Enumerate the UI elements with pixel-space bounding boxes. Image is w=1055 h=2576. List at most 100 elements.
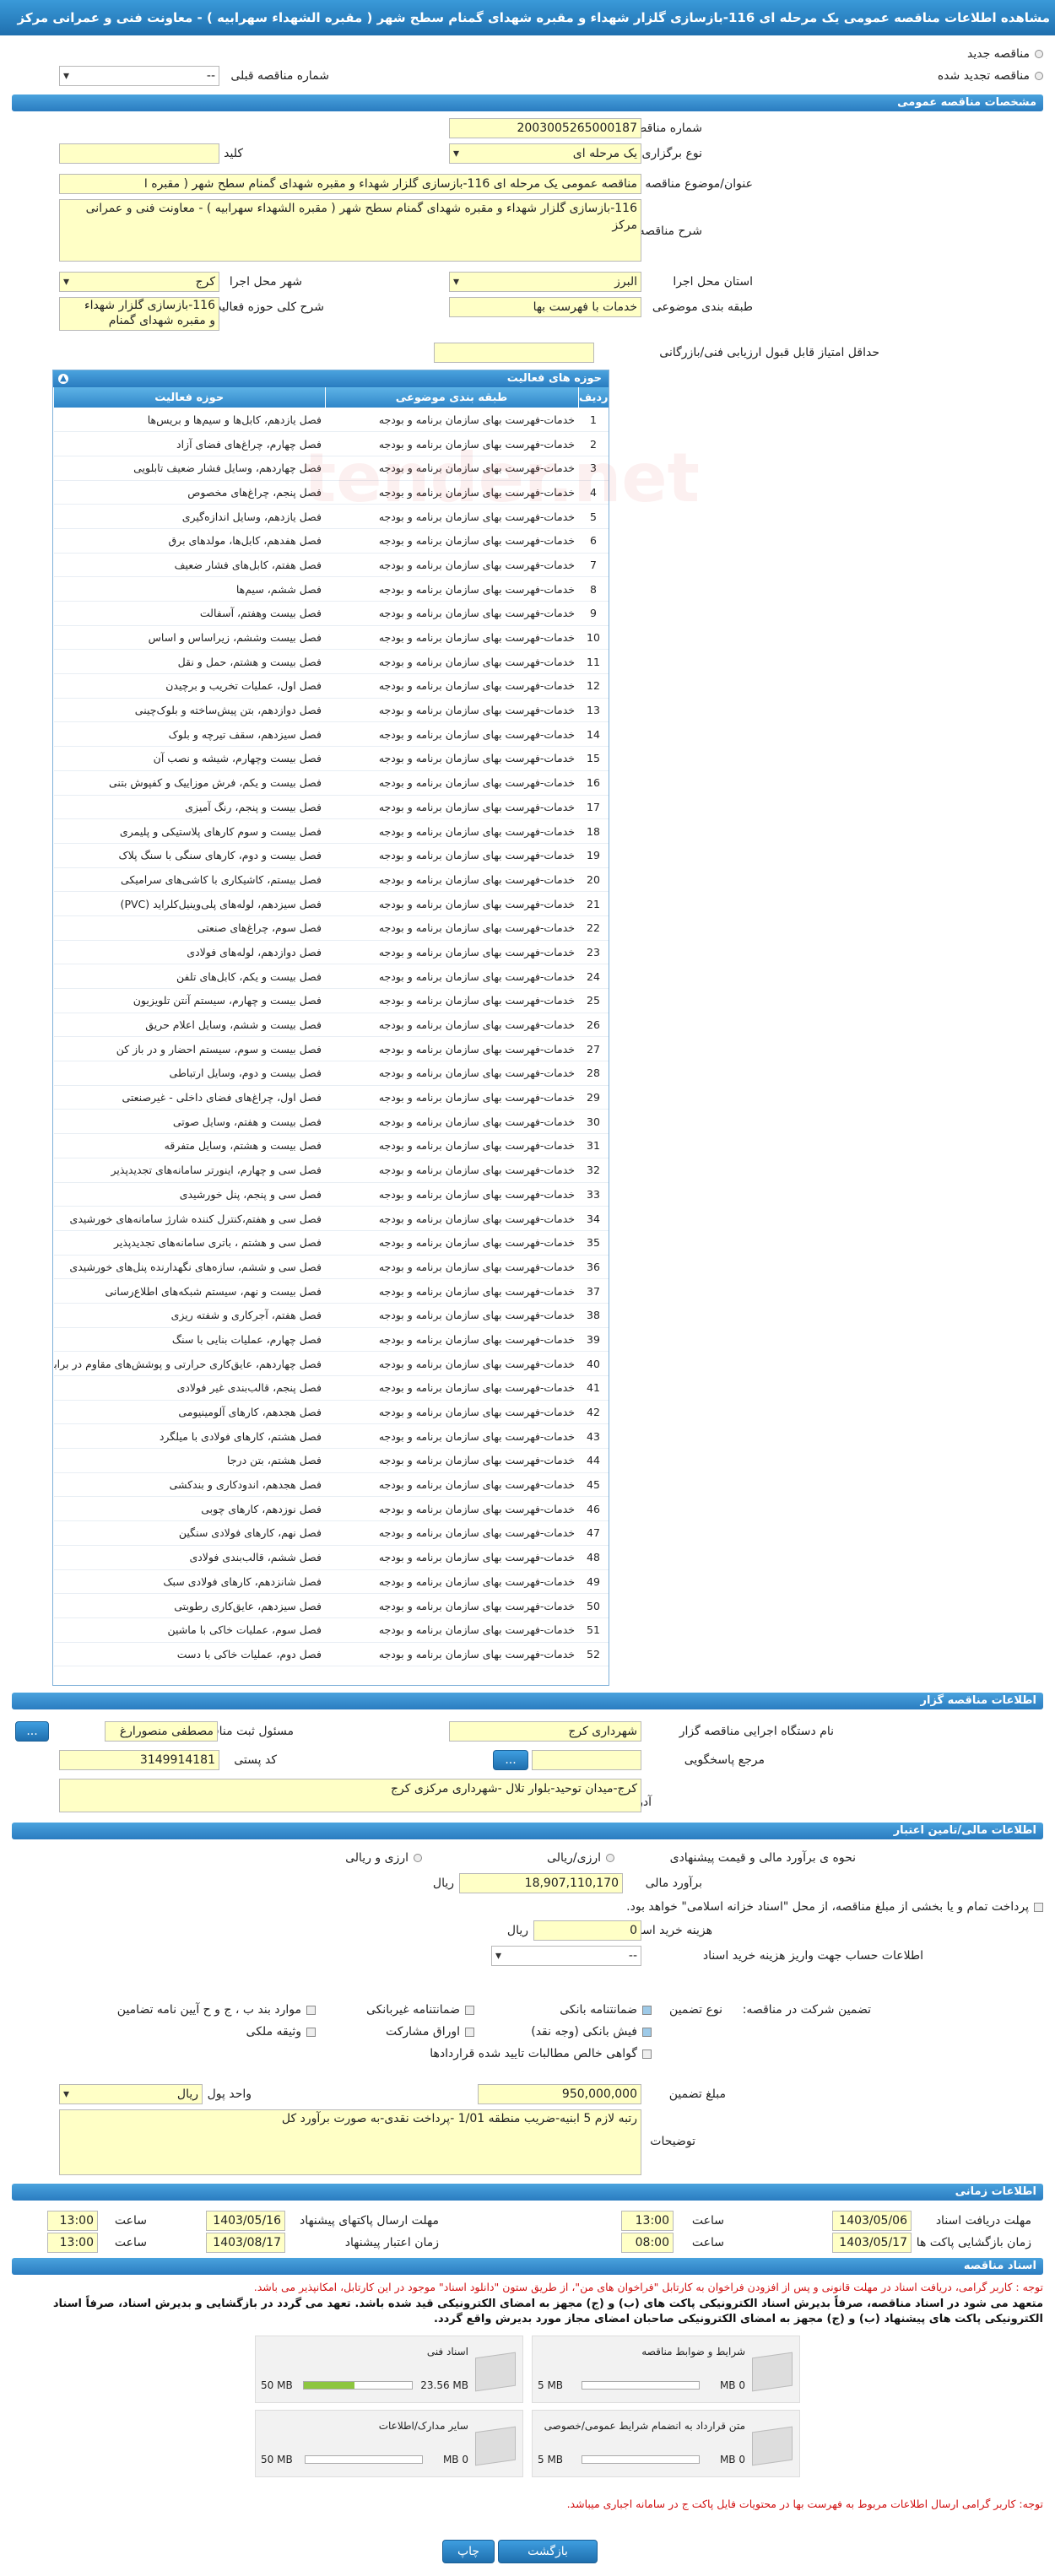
row-num: 33 xyxy=(578,1182,609,1207)
file-name-4: سایر مدارک/اطلاعات xyxy=(378,2420,468,2432)
row-num: 27 xyxy=(578,1036,609,1062)
table-row: 25 خدمات-فهرست بهای سازمان برنامه و بودجه… xyxy=(53,988,609,1013)
row-num: 45 xyxy=(578,1472,609,1498)
docs-note-3: توجه: کاربر گرامی ارسال اطلاعات مربوط به… xyxy=(566,2498,1043,2510)
row-num: 51 xyxy=(578,1617,609,1643)
print-button[interactable]: چاپ xyxy=(442,2540,495,2563)
table-row: 18 خدمات-فهرست بهای سازمان برنامه و بودجه… xyxy=(53,818,609,844)
row-category: خدمات-فهرست بهای سازمان برنامه و بودجه xyxy=(325,601,578,626)
activities-header: حوزه های فعالیت ▲ xyxy=(53,370,609,387)
file-size-4: 0 MB xyxy=(442,2454,468,2465)
row-activity: فصل بیست و سوم، سیستم احضار و در باز کن xyxy=(53,1036,325,1062)
row-activity: فصل سی و ششم، سازه‌های نگهدارنده پنل‌های… xyxy=(53,1255,325,1280)
table-row: 39 خدمات-فهرست بهای سازمان برنامه و بودجه… xyxy=(53,1327,609,1353)
table-row: 29 خدمات-فهرست بهای سازمان برنامه و بودجه… xyxy=(53,1085,609,1110)
guarantee-label: تضمین شرکت در مناقصه: xyxy=(742,2003,871,2017)
row-activity: فصل هفدهم، کابل‌ها، مولدهای برق xyxy=(53,528,325,554)
section-timing: اطلاعات زمانی xyxy=(12,2184,1043,2201)
file-bar-3 xyxy=(582,2455,700,2464)
method-opt1[interactable]: ارزی/ریالی xyxy=(547,1848,614,1868)
row-num: 11 xyxy=(578,649,609,675)
desc-label: شرح مناقصه xyxy=(638,224,702,238)
method-label: نحوه ی برآورد مالی و قیمت پیشنهادی xyxy=(669,1851,856,1865)
type-select[interactable]: یک مرحله ای xyxy=(449,143,641,164)
row-category: خدمات-فهرست بهای سازمان برنامه و بودجه xyxy=(325,698,578,723)
province-select[interactable]: البرز xyxy=(449,272,641,292)
row-activity: فصل بیست و دوم، کارهای سنگی با سنگ پلاک xyxy=(53,843,325,868)
valid-time: 13:00 xyxy=(47,2233,98,2253)
docs-note-2: متعهد می شود در اسناد مناقصه، صرفاً بدیر… xyxy=(52,2298,1043,2325)
prev-label: شماره مناقصه قبلی xyxy=(230,69,329,83)
row-activity: فصل بیستم، کاشیکاری با کاشی‌های سرامیکی xyxy=(53,867,325,893)
collapse-icon[interactable]: ▲ xyxy=(58,374,68,384)
row-activity: فصل سوم، عملیات خاکی با ماشین xyxy=(53,1617,325,1643)
send-time-label: ساعت xyxy=(114,2214,147,2228)
table-row: 19 خدمات-فهرست بهای سازمان برنامه و بودجه… xyxy=(53,843,609,868)
acct-label: اطلاعات حساب جهت واریز هزینه خرید اسناد xyxy=(702,1949,923,1963)
folder-icon xyxy=(475,2352,516,2392)
unit-select[interactable]: ریال xyxy=(59,2084,203,2104)
row-category: خدمات-فهرست بهای سازمان برنامه و بودجه xyxy=(325,1182,578,1207)
file-name-1: شرایط و ضوابط مناقصه xyxy=(641,2346,745,2357)
ref-label: مرجع پاسخگویی xyxy=(684,1753,765,1767)
row-num: 7 xyxy=(578,553,609,578)
open-label: زمان بازگشایی پاکت ها xyxy=(916,2236,1031,2249)
row-activity: فصل پنجم، چراغ‌های مخصوص xyxy=(53,480,325,505)
file-box-1[interactable]: شرایط و ضوابط مناقصه 0 MB 5 MB xyxy=(532,2336,800,2403)
col-activity: حوزه فعالیت xyxy=(53,387,325,408)
row-category: خدمات-فهرست بهای سازمان برنامه و بودجه xyxy=(325,1496,578,1522)
table-row: 8 خدمات-فهرست بهای سازمان برنامه و بودجه ف… xyxy=(53,576,609,602)
row-num: 25 xyxy=(578,988,609,1013)
keyword-field xyxy=(59,143,219,164)
row-activity: فصل دوازدهم، بتن پیش‌ساخته و بلوک‌چینی xyxy=(53,698,325,723)
resp-lookup-button[interactable]: ... xyxy=(15,1721,49,1742)
file-box-4[interactable]: سایر مدارک/اطلاعات 0 MB 50 MB xyxy=(255,2410,523,2477)
file-box-3[interactable]: متن قرارداد به انضمام شرایط عمومی/خصوصی … xyxy=(532,2410,800,2477)
file-box-2[interactable]: اسناد فنی 23.56 MB 50 MB xyxy=(255,2336,523,2403)
row-activity: فصل چهاردهم، عایق‌کاری حرارتی و پوشش‌های… xyxy=(53,1351,325,1376)
radio-new[interactable]: مناقصه جدید xyxy=(967,44,1043,64)
fee-field: 0 xyxy=(533,1920,641,1941)
row-category: خدمات-فهرست بهای سازمان برنامه و بودجه xyxy=(325,1303,578,1328)
recv-date: 1403/05/06 xyxy=(832,2211,912,2231)
prev-select[interactable]: -- xyxy=(59,66,219,86)
ref-lookup-button[interactable]: ... xyxy=(493,1750,528,1770)
row-category: خدمات-فهرست بهای سازمان برنامه و بودجه xyxy=(325,576,578,602)
radio-renewed[interactable]: مناقصه تجدید شده xyxy=(938,66,1043,86)
send-date: 1403/05/16 xyxy=(206,2211,285,2231)
row-category: خدمات-فهرست بهای سازمان برنامه و بودجه xyxy=(325,1278,578,1304)
back-button[interactable]: بازگشت xyxy=(498,2540,598,2563)
table-row: 46 خدمات-فهرست بهای سازمان برنامه و بودجه… xyxy=(53,1496,609,1522)
table-row: 41 خدمات-فهرست بهای سازمان برنامه و بودجه… xyxy=(53,1375,609,1401)
row-num: 16 xyxy=(578,770,609,796)
row-activity: فصل یازدهم، کابل‌ها و سیم‌ها و بریس‌ها xyxy=(53,408,325,433)
row-category: خدمات-فهرست بهای سازمان برنامه و بودجه xyxy=(325,1375,578,1401)
city-select[interactable]: کرج xyxy=(59,272,219,292)
row-category: خدمات-فهرست بهای سازمان برنامه و بودجه xyxy=(325,1061,578,1086)
table-row: 24 خدمات-فهرست بهای سازمان برنامه و بودجه… xyxy=(53,964,609,989)
table-row: 1 خدمات-فهرست بهای سازمان برنامه و بودجه ف… xyxy=(53,408,609,433)
postal-label: کد پستی xyxy=(234,1753,277,1767)
row-num: 29 xyxy=(578,1085,609,1110)
row-activity: فصل ششم، قالب‌بندی فولادی xyxy=(53,1545,325,1570)
row-num: 6 xyxy=(578,528,609,554)
row-activity: فصل هفتم، کابل‌های فشار ضعیف xyxy=(53,553,325,578)
treasury-check[interactable]: پرداخت تمام و یا بخشی از مبلغ مناقصه، از… xyxy=(626,1897,1043,1917)
row-num: 34 xyxy=(578,1206,609,1231)
row-num: 14 xyxy=(578,721,609,748)
table-row: 37 خدمات-فهرست بهای سازمان برنامه و بودجه… xyxy=(53,1278,609,1304)
table-row: 28 خدمات-فهرست بهای سازمان برنامه و بودجه… xyxy=(53,1061,609,1086)
file-max-2: 50 MB xyxy=(261,2379,293,2391)
open-time-label: ساعت xyxy=(691,2236,724,2249)
row-activity: فصل بیست و هفتم، وسایل صوتی xyxy=(53,1109,325,1135)
row-num: 1 xyxy=(578,408,609,433)
table-row: 50 خدمات-فهرست بهای سازمان برنامه و بودجه… xyxy=(53,1593,609,1618)
acct-select[interactable]: -- xyxy=(491,1946,641,1966)
row-activity: فصل هشتم، کارهای فولادی با میلگرد xyxy=(53,1423,325,1450)
row-num: 48 xyxy=(578,1545,609,1570)
est-field: 18,907,110,170 xyxy=(459,1873,623,1893)
row-category: خدمات-فهرست بهای سازمان برنامه و بودجه xyxy=(325,818,578,844)
method-opt2[interactable]: ارزی و ریالی xyxy=(345,1848,422,1868)
row-num: 46 xyxy=(578,1496,609,1522)
row-activity: فصل اول، چراغ‌های فضای داخلی - غیرصنعتی xyxy=(53,1085,325,1110)
